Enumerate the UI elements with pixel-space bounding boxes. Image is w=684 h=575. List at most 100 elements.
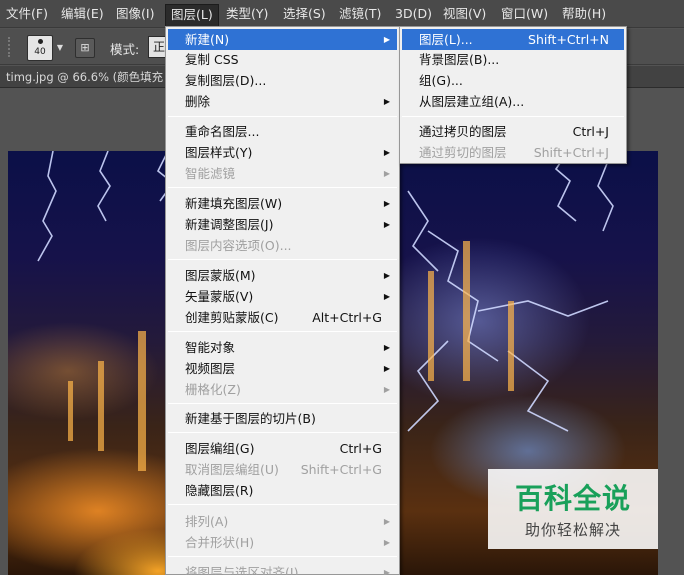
menu-item-label: 组(G)... [419, 73, 463, 88]
menu-view[interactable]: 视图(V) [443, 5, 486, 23]
brush-size-value: 40 [34, 47, 46, 57]
menu-filter[interactable]: 滤镜(T) [339, 5, 381, 23]
submenu-arrow-icon: ▶ [383, 148, 390, 157]
menu-item-label: 删除 [185, 94, 211, 109]
submenu-arrow-icon: ▶ [383, 220, 390, 229]
submenu-arrow-icon: ▶ [383, 343, 390, 352]
mode-label: 模式: [110, 42, 140, 57]
submenu-arrow-icon: ▶ [383, 271, 390, 280]
new-submenu-group[interactable]: 组(G)... [402, 70, 624, 91]
menu-item-label: 取消图层编组(U) [185, 462, 279, 477]
layer-menu-copy-css[interactable]: 复制 CSS [168, 49, 397, 70]
layer-menu-layer-style[interactable]: 图层样式(Y) ▶ [168, 142, 397, 163]
menu-item-label: 创建剪贴蒙版(C) [185, 310, 279, 325]
layer-menu-hide-layers[interactable]: 隐藏图层(R) [168, 480, 397, 501]
layer-menu-delete[interactable]: 删除 ▶ [168, 91, 397, 112]
layer-menu-rasterize[interactable]: 栅格化(Z) ▶ [168, 379, 397, 400]
menu-3d[interactable]: 3D(D) [395, 5, 432, 23]
menu-item-label: 图层样式(Y) [185, 145, 253, 160]
layer-menu-video-layer[interactable]: 视频图层 ▶ [168, 358, 397, 379]
layer-menu-vector-mask[interactable]: 矢量蒙版(V) ▶ [168, 286, 397, 307]
new-submenu-group-from-layers[interactable]: 从图层建立组(A)... [402, 91, 624, 112]
submenu-arrow-icon: ▶ [383, 199, 390, 208]
menu-separator [168, 116, 397, 117]
menu-item-label: 排列(A) [185, 514, 229, 529]
submenu-arrow-icon: ▶ [383, 97, 390, 106]
menu-item-label: 新建基于图层的切片(B) [185, 411, 316, 426]
options-bar-grip[interactable] [8, 37, 14, 57]
layer-menu-align-layers-to-selection[interactable]: 将图层与选区对齐(I) ▶ [168, 562, 397, 575]
menu-item-label: 复制图层(D)... [185, 73, 267, 88]
brush-panel-toggle-icon[interactable]: ⊞ [75, 38, 95, 58]
menu-help[interactable]: 帮助(H) [562, 5, 606, 23]
menu-separator [168, 432, 397, 433]
menu-item-shortcut: Shift+Ctrl+J [533, 145, 609, 160]
menu-item-label: 从图层建立组(A)... [419, 94, 525, 109]
brush-tip-icon [38, 39, 43, 44]
layer-menu-duplicate-layer[interactable]: 复制图层(D)... [168, 70, 397, 91]
layer-menu-new-fill-layer[interactable]: 新建填充图层(W) ▶ [168, 193, 397, 214]
menu-item-label: 新建填充图层(W) [185, 196, 283, 211]
menu-item-shortcut: Ctrl+J [572, 124, 609, 139]
menu-select[interactable]: 选择(S) [283, 5, 326, 23]
layer-menu: 新建(N) ▶ 复制 CSS 复制图层(D)... 删除 ▶ 重命名图层... … [165, 26, 400, 575]
menu-item-shortcut: Shift+Ctrl+N [528, 32, 609, 47]
menu-item-shortcut: Alt+Ctrl+G [312, 310, 382, 325]
menu-item-label: 重命名图层... [185, 124, 260, 139]
menu-item-label: 视频图层 [185, 361, 236, 376]
layer-menu-smart-object[interactable]: 智能对象 ▶ [168, 337, 397, 358]
menu-item-label: 图层蒙版(M) [185, 268, 256, 283]
menu-item-label: 通过拷贝的图层 [419, 124, 507, 139]
menu-separator [168, 187, 397, 188]
layer-menu-smart-filter[interactable]: 智能滤镜 ▶ [168, 163, 397, 184]
new-submenu-layer-via-cut[interactable]: 通过剪切的图层 Shift+Ctrl+J [402, 142, 624, 163]
brush-preset-picker[interactable]: 40 [27, 35, 53, 61]
menu-item-label: 栅格化(Z) [185, 382, 241, 397]
watermark-title: 百科全说 [514, 482, 631, 515]
chevron-down-icon[interactable]: ▼ [55, 39, 65, 57]
menu-item-label: 合并形状(H) [185, 535, 255, 550]
document-tab[interactable]: timg.jpg @ 66.6% (颜色填充 [6, 69, 163, 85]
layer-menu-combine-shapes[interactable]: 合并形状(H) ▶ [168, 532, 397, 553]
menu-item-label: 图层内容选项(O)... [185, 238, 292, 253]
submenu-arrow-icon: ▶ [383, 364, 390, 373]
submenu-arrow-icon: ▶ [383, 292, 390, 301]
layer-menu-ungroup-layers[interactable]: 取消图层编组(U) Shift+Ctrl+G [168, 459, 397, 480]
menu-item-label: 图层编组(G) [185, 441, 255, 456]
menu-item-label: 通过剪切的图层 [419, 145, 507, 160]
layer-menu-rename-layer[interactable]: 重命名图层... [168, 121, 397, 142]
menu-layer[interactable]: 图层(L) [165, 4, 219, 28]
menu-item-label: 复制 CSS [185, 52, 239, 67]
menu-separator [168, 556, 397, 557]
new-submenu-layer-via-copy[interactable]: 通过拷贝的图层 Ctrl+J [402, 121, 624, 142]
menu-item-label: 隐藏图层(R) [185, 483, 254, 498]
submenu-arrow-icon: ▶ [383, 568, 390, 575]
submenu-arrow-icon: ▶ [383, 169, 390, 178]
menu-edit[interactable]: 编辑(E) [61, 5, 104, 23]
new-submenu-background-layer[interactable]: 背景图层(B)... [402, 49, 624, 70]
menu-item-shortcut: Shift+Ctrl+G [300, 462, 382, 477]
submenu-arrow-icon: ▶ [383, 385, 390, 394]
layer-menu-group-layers[interactable]: 图层编组(G) Ctrl+G [168, 438, 397, 459]
layer-menu-layer-mask[interactable]: 图层蒙版(M) ▶ [168, 265, 397, 286]
layer-menu-layer-content-options[interactable]: 图层内容选项(O)... [168, 235, 397, 256]
watermark-logo: 百科全说 助你轻松解决 [488, 469, 658, 549]
layer-menu-create-clipping-mask[interactable]: 创建剪贴蒙版(C) Alt+Ctrl+G [168, 307, 397, 328]
menu-window[interactable]: 窗口(W) [501, 5, 548, 23]
submenu-arrow-icon: ▶ [383, 538, 390, 547]
menu-item-label: 将图层与选区对齐(I) [185, 565, 299, 575]
new-submenu-layer[interactable]: 图层(L)... Shift+Ctrl+N [402, 29, 624, 50]
menu-separator [168, 259, 397, 260]
layer-menu-new-adjustment-layer[interactable]: 新建调整图层(J) ▶ [168, 214, 397, 235]
menu-separator [168, 504, 397, 505]
menu-type[interactable]: 类型(Y) [226, 5, 268, 23]
menu-image[interactable]: 图像(I) [116, 5, 154, 23]
layer-menu-new-layer-based-slice[interactable]: 新建基于图层的切片(B) [168, 408, 397, 429]
layer-menu-new[interactable]: 新建(N) ▶ [168, 29, 397, 50]
menu-file[interactable]: 文件(F) [6, 5, 48, 23]
menu-item-label: 新建调整图层(J) [185, 217, 274, 232]
menu-item-label: 图层(L)... [419, 32, 473, 47]
layer-menu-arrange[interactable]: 排列(A) ▶ [168, 511, 397, 532]
menu-separator [168, 403, 397, 404]
menu-item-label: 新建(N) [185, 32, 230, 47]
